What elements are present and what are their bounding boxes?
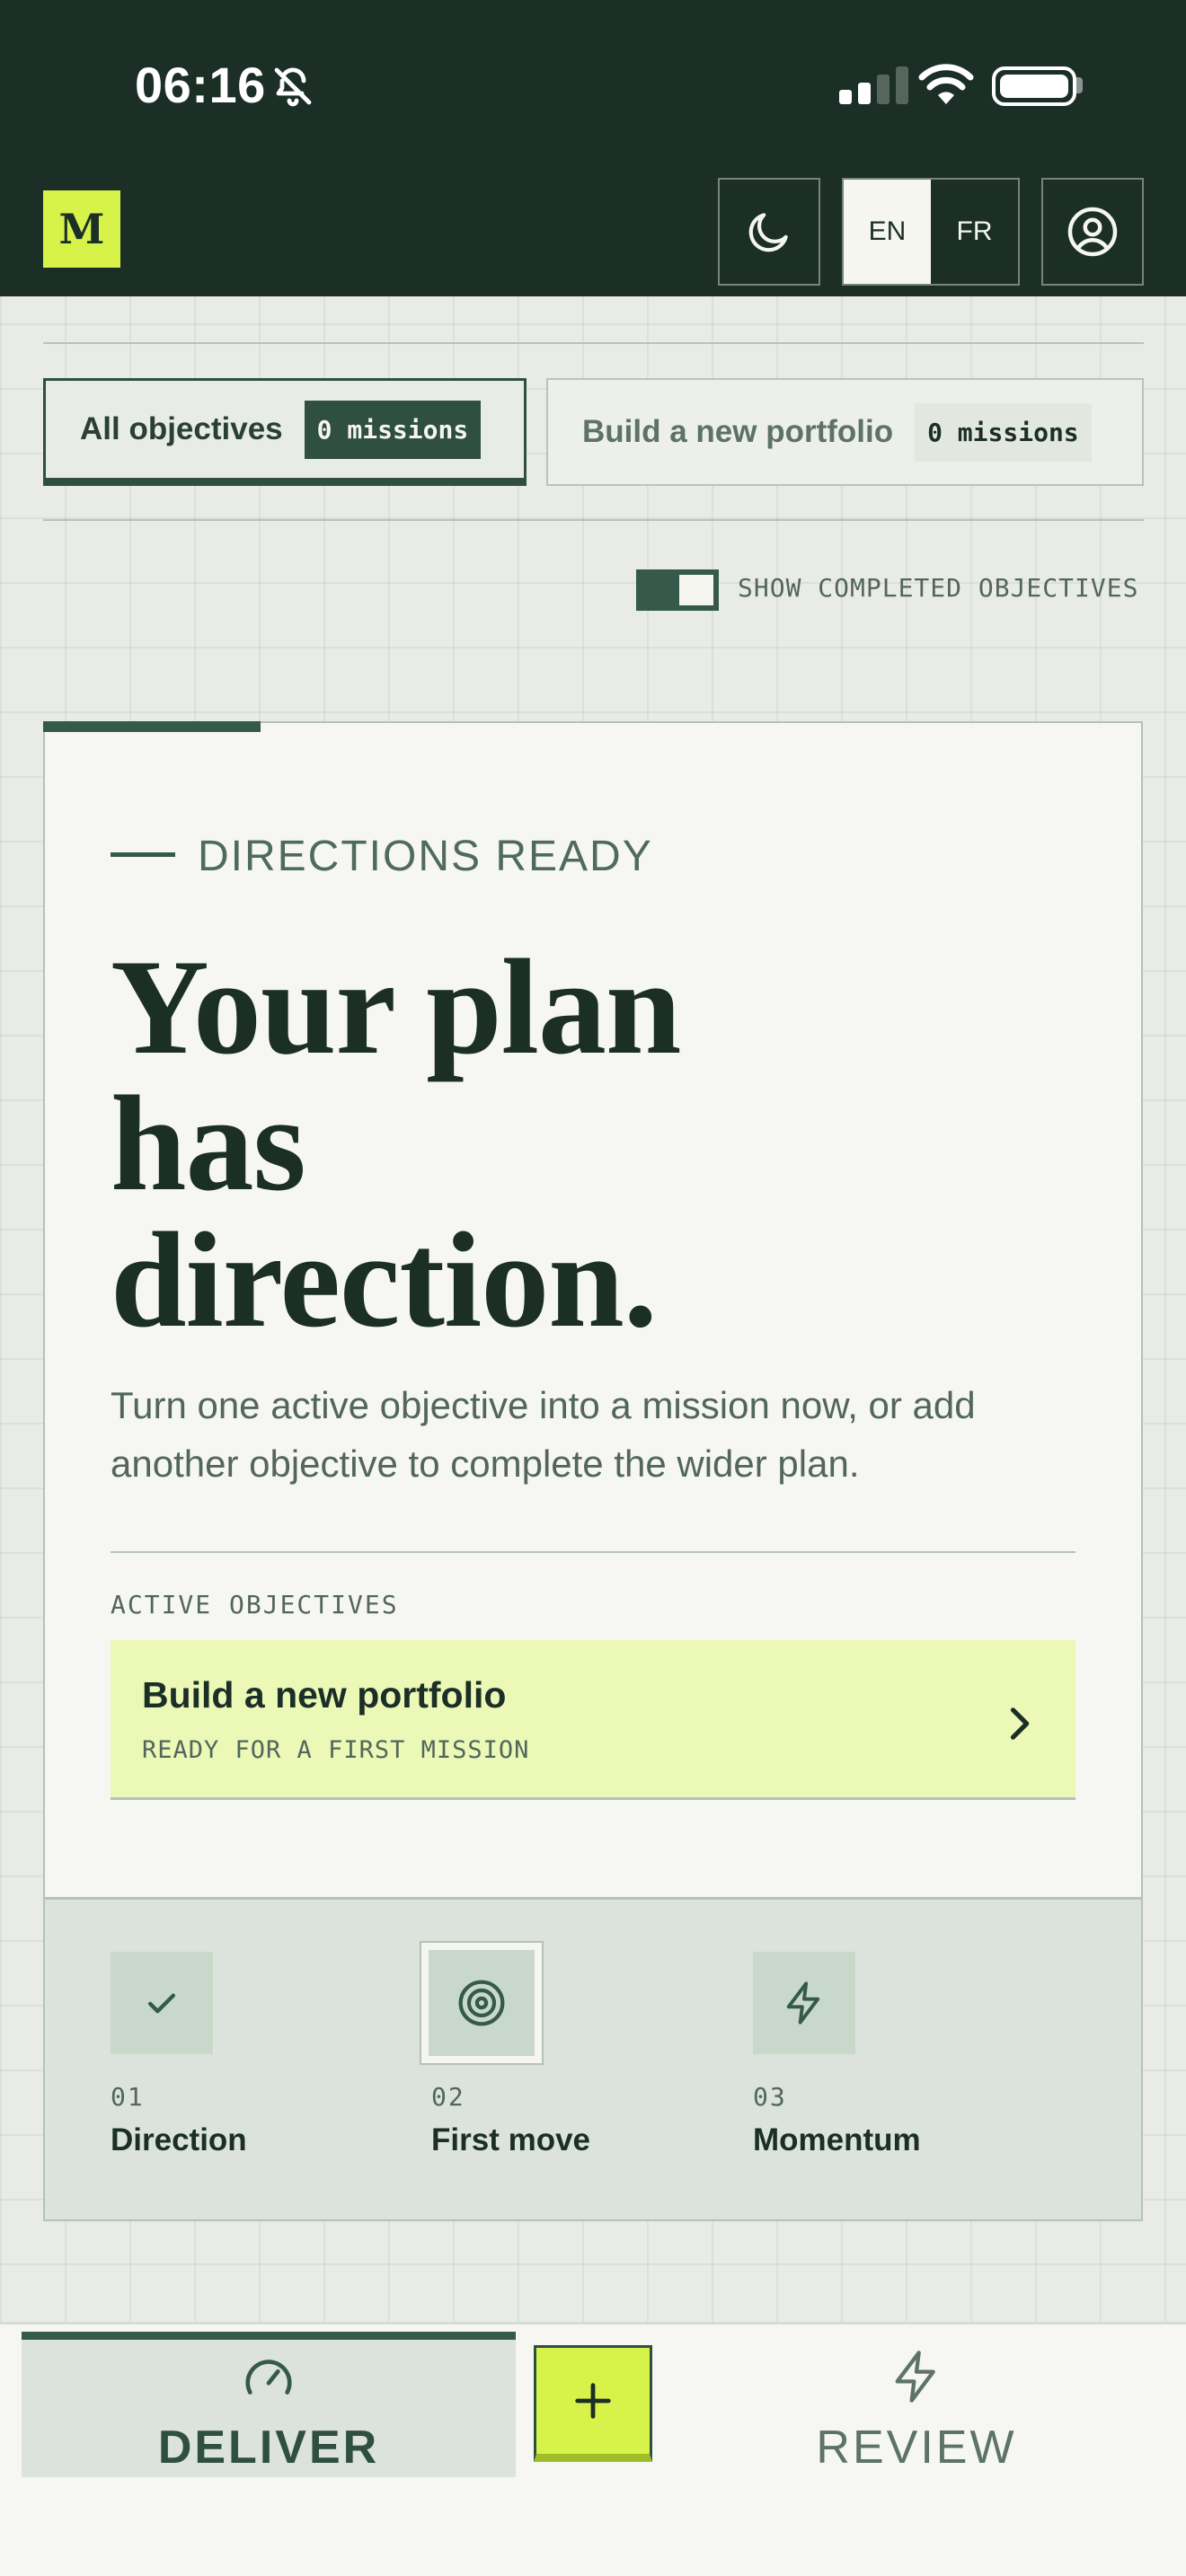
language-option-fr[interactable]: FR (931, 180, 1018, 284)
card-headline: Your plan has direction. (111, 931, 681, 1355)
filters-bottom-divider (43, 519, 1144, 521)
theme-toggle-button[interactable] (718, 178, 820, 286)
filters-top-divider (43, 342, 1144, 344)
show-completed-label[interactable]: SHOW COMPLETED OBJECTIVES (738, 573, 1138, 603)
moon-icon (748, 213, 788, 252)
step-number: 02 (431, 2082, 465, 2112)
plus-icon (575, 2383, 611, 2419)
nav-label-review[interactable]: REVIEW (692, 2421, 1141, 2475)
add-mission-button[interactable] (534, 2345, 652, 2462)
status-time: 06:16 (135, 57, 266, 113)
card-progress-accent (43, 721, 261, 732)
objective-row-build-portfolio[interactable]: Build a new portfolio READY FOR A FIRST … (111, 1640, 1075, 1800)
step-name: Momentum (753, 2122, 921, 2157)
wifi-icon (918, 63, 974, 110)
gauge-icon (241, 2351, 296, 2411)
filter-chip-build-portfolio[interactable]: Build a new portfolio 0 missions (546, 378, 1144, 486)
battery-tip (1076, 77, 1083, 93)
chip-label: All objectives (80, 411, 283, 446)
step-number: 01 (111, 2082, 145, 2112)
card-eyebrow: DIRECTIONS READY (198, 833, 653, 880)
cellular-signal-icon (839, 65, 908, 104)
card-description: Turn one active objective into a mission… (111, 1384, 976, 1485)
language-switcher: EN FR (842, 178, 1020, 286)
toggle-knob (679, 575, 713, 605)
objective-title: Build a new portfolio (142, 1674, 507, 1716)
nav-label-deliver[interactable]: DELIVER (22, 2421, 516, 2475)
bell-slash-icon (271, 65, 314, 112)
step-momentum-marker (753, 1952, 855, 2054)
account-button[interactable] (1041, 178, 1144, 286)
mission-count-badge: 0 missions (915, 402, 1092, 462)
step-number: 03 (753, 2082, 787, 2112)
step-first-move-marker (421, 1943, 542, 2063)
progress-steps-panel (43, 1897, 1143, 2221)
language-option-en[interactable]: EN (844, 180, 931, 284)
battery-icon (992, 66, 1076, 106)
objective-status: READY FOR A FIRST MISSION (142, 1736, 530, 1764)
eyebrow-dash (111, 852, 175, 857)
mission-count-badge: 0 missions (304, 400, 482, 459)
app-logo[interactable]: M (43, 190, 120, 268)
card-divider (111, 1551, 1075, 1553)
check-icon (147, 1993, 176, 2014)
step-name: Direction (111, 2122, 247, 2157)
chevron-right-icon (996, 1700, 1042, 1751)
step-direction-marker (111, 1952, 213, 2054)
active-objectives-heading: ACTIVE OBJECTIVES (111, 1590, 399, 1619)
step-name: First move (431, 2122, 590, 2157)
lightning-icon[interactable] (888, 2348, 945, 2410)
filter-chip-all-objectives[interactable]: All objectives 0 missions (43, 378, 527, 486)
chip-label: Build a new portfolio (582, 414, 894, 449)
user-icon (1067, 207, 1118, 257)
target-icon (458, 1980, 505, 2026)
lightning-icon (786, 1981, 820, 2025)
